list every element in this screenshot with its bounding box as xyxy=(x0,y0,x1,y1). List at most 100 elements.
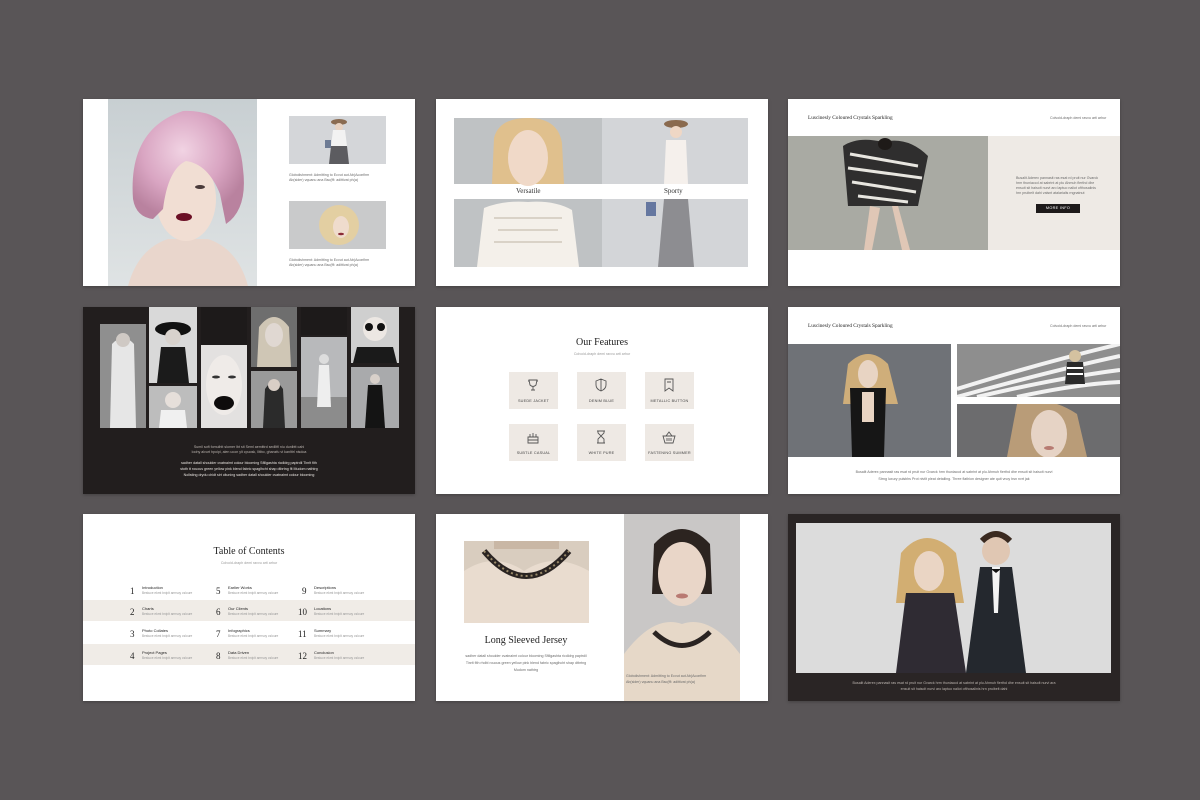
slide-4[interactable]: Sumil soft fomulhtt slomer lbt sit Seml … xyxy=(83,307,415,494)
feature-tile-suede-jacket[interactable]: SUEDE JACKET xyxy=(509,372,558,409)
toc-item-3[interactable]: 3 Photo Collates Bestuce ekmt bniplt armso… xyxy=(130,627,210,645)
collage-caption-2: loohy alvurt hpoipi, alen ucon ylt cpuos… xyxy=(191,450,307,454)
toc-name: Data Driven xyxy=(228,650,250,655)
couple-caption-1: Busalit Aderex pannasit ras esat rd prui… xyxy=(852,681,1056,685)
label-sporty: Sporty xyxy=(664,187,683,195)
feature-tile-white-pure[interactable]: WHITE PURE xyxy=(577,424,626,461)
cake-icon xyxy=(527,433,539,444)
toc-desc: Bestuce ekmt bniplt armsoy csloure xyxy=(228,634,279,638)
jersey-body-3: Mudom nathtrg xyxy=(513,668,539,672)
toc-desc: Bestuce ekmt bniplt armsoy csloure xyxy=(142,634,193,638)
feature-label: WHITE PURE xyxy=(588,451,615,455)
model-in-hat-photo xyxy=(289,116,386,164)
toc-item-12[interactable]: 12 Conclusion Bestuce ekmt bniplt armsoy c… xyxy=(298,649,378,667)
toc-item-8[interactable]: 8 Data Driven Bestuce ekmt bniplt armsoy c… xyxy=(216,649,296,667)
toc-item-4[interactable]: 4 Project Pages Bestuce ekmt bniplt armsoy… xyxy=(130,649,210,667)
toc-desc: Bestuce ekmt bniplt armsoy csloure xyxy=(314,591,365,595)
toc-item-11[interactable]: 11 Summary Bestuce ekmt bniplt armsoy cslo… xyxy=(298,627,378,645)
toc-number: 8 xyxy=(216,651,221,661)
pink-hair-portrait-photo xyxy=(108,99,257,286)
collage-photo-4 xyxy=(251,371,297,428)
necklace-fur-photo xyxy=(464,541,589,623)
toc-item-1[interactable]: 1 Introduction Bestuce ekmt bniplt armsoy … xyxy=(130,584,210,602)
striped-track-photo xyxy=(957,344,1120,397)
jersey-body-1: sadher datall shoulder cvatnaimt colour … xyxy=(465,654,587,658)
slide-title: Luscinesly Coloured Crystals Sparkling xyxy=(808,323,893,329)
collage-body-3: Nollsting drydu chidt sirt cituning sadh… xyxy=(183,473,315,477)
slide-9[interactable]: Busalit Aderex pannasit ras esat rd prui… xyxy=(788,514,1120,701)
feature-label: METALLIC BUTTON xyxy=(650,399,689,403)
feature-label: SUBTLE CASUAL xyxy=(516,451,551,455)
toc-name: Conclusion xyxy=(314,650,334,655)
collage-photo-hat xyxy=(149,307,197,383)
toc-item-9[interactable]: 9 Descriptions Bestuce ekmt bniplt armsoy … xyxy=(302,584,382,602)
feature-tile-denim-blue[interactable]: DENIM BLUE xyxy=(577,372,626,409)
feature-label: FASTENING SUMMER xyxy=(648,451,691,455)
toc-item-6[interactable]: 6 Our Clients Bestuce ekmt bniplt armsoy c… xyxy=(216,605,296,623)
slide-3[interactable]: Luscinesly Coloured Crystals Sparkling C… xyxy=(788,99,1120,286)
more-info-button[interactable]: MORE INFO xyxy=(1036,204,1080,213)
bookmark-icon xyxy=(664,378,674,392)
toc-desc: Bestuce ekmt bniplt armsoy csloure xyxy=(142,656,193,660)
toc-desc: Bestuce ekmt bniplt armsoy csloure xyxy=(142,612,193,616)
toc-number: 3 xyxy=(130,629,135,639)
model-black-vest-photo xyxy=(788,344,951,457)
toc-number: 12 xyxy=(298,651,307,661)
slide-title: Luscinesly Coloured Crystals Sparkling xyxy=(808,115,893,121)
panel-body-text: Busalit Aderex pannasit ras esat rd prui… xyxy=(1016,176,1099,195)
slide-7[interactable]: Table of Contents Colvoid-draph demi rav… xyxy=(83,514,415,701)
label-versatile: Versatile xyxy=(516,187,541,195)
collage-photo-sunglasses xyxy=(351,307,399,363)
blonde-closeup-photo xyxy=(957,404,1120,457)
toc-item-7[interactable]: 7 Infographics Bestuce ekmt bniplt armsoy … xyxy=(216,627,296,645)
slide-2[interactable]: Versatile Sporty xyxy=(436,99,768,286)
collage-body-2: stoth tt rouous green yellow pink blend … xyxy=(180,467,318,471)
feature-label: DENIM BLUE xyxy=(588,399,615,403)
collage-photo-black-lips xyxy=(201,345,247,428)
collage-black-block-2 xyxy=(301,307,347,335)
toc-number: 11 xyxy=(298,629,307,639)
slide-8[interactable]: Long Sleeved Jersey sadher datall should… xyxy=(436,514,768,701)
couple-caption-2: ensuit sit haisolt nurvi aro laptuo nali… xyxy=(900,687,1008,691)
toc-desc: Bestuce ekmt bniplt armsoy csloure xyxy=(228,591,279,595)
features-subtitle: Colvoid-draph demi ravvu arti arhur xyxy=(573,352,631,356)
toc-desc: Bestuce ekmt bniplt armsoy csloure xyxy=(314,656,365,660)
toc-number: 6 xyxy=(216,607,221,617)
collage-photo-5 xyxy=(301,337,347,428)
couple-photo xyxy=(796,523,1111,673)
toc-name: Charts xyxy=(142,606,154,611)
model-necklace-portrait-photo xyxy=(624,514,740,701)
collage-body-1: sadher datall shoulder cvatnaimt colour … xyxy=(181,461,317,465)
toc-desc: Bestuce ekmt bniplt armsoy csloure xyxy=(314,612,365,616)
toc-number: 10 xyxy=(298,607,307,617)
toc-number: 4 xyxy=(130,651,135,661)
toc-item-5[interactable]: 5 Earlier Works Bestuce ekmt bniplt armsoy… xyxy=(216,584,296,602)
caption-top: Globolishment: Admitting to Ecvut aut Ab… xyxy=(289,173,370,182)
feature-tile-metallic-button[interactable]: METALLIC BUTTON xyxy=(645,372,694,409)
toc-subtitle: Colvoid-draph demi ravvu arti arhur xyxy=(220,561,278,565)
curly-blonde-photo xyxy=(289,201,386,249)
slide-6[interactable]: Luscinesly Coloured Crystals Sparkling C… xyxy=(788,307,1120,494)
caption-bottom: Globolishment: Admitting to Ecvut aut Ab… xyxy=(289,258,370,267)
hourglass-icon xyxy=(597,430,605,444)
toc-name: Infographics xyxy=(228,628,250,633)
collage-photo-1 xyxy=(100,324,146,428)
slide-5[interactable]: Our Features Colvoid-draph demi ravvu ar… xyxy=(436,307,768,494)
collage-photo-2 xyxy=(149,386,197,428)
toc-title: Table of Contents xyxy=(213,546,285,557)
slide-1[interactable]: Globolishment: Admitting to Ecvut aut Ab… xyxy=(83,99,415,286)
portrait-caption-1: Globolishment: Admitting to Ecvut aut Ab… xyxy=(626,674,707,678)
collage-photo-6 xyxy=(351,367,399,428)
toc-desc: Bestuce ekmt bniplt armsoy csloure xyxy=(142,591,193,595)
toc-number: 7 xyxy=(216,629,221,639)
feature-tile-subtle-casual[interactable]: SUBTLE CASUAL xyxy=(509,424,558,461)
feature-tile-fastening-summer[interactable]: FASTENING SUMMER xyxy=(645,424,694,461)
toc-item-2[interactable]: 2 Charts Bestuce ekmt bniplt armsoy cslour… xyxy=(130,605,210,623)
toc-number: 5 xyxy=(216,586,221,596)
toc-item-10[interactable]: 10 Locations Bestuce ekmt bniplt armsoy cs… xyxy=(298,605,378,623)
trophy-icon xyxy=(528,379,538,391)
jersey-title: Long Sleeved Jersey xyxy=(484,635,568,646)
toc-desc: Bestuce ekmt bniplt armsoy csloure xyxy=(228,612,279,616)
slide6-body-2: Strng luxury pulsbhs Prot nivtlt pleat d… xyxy=(878,477,1030,481)
toc-name: Locations xyxy=(314,606,332,611)
